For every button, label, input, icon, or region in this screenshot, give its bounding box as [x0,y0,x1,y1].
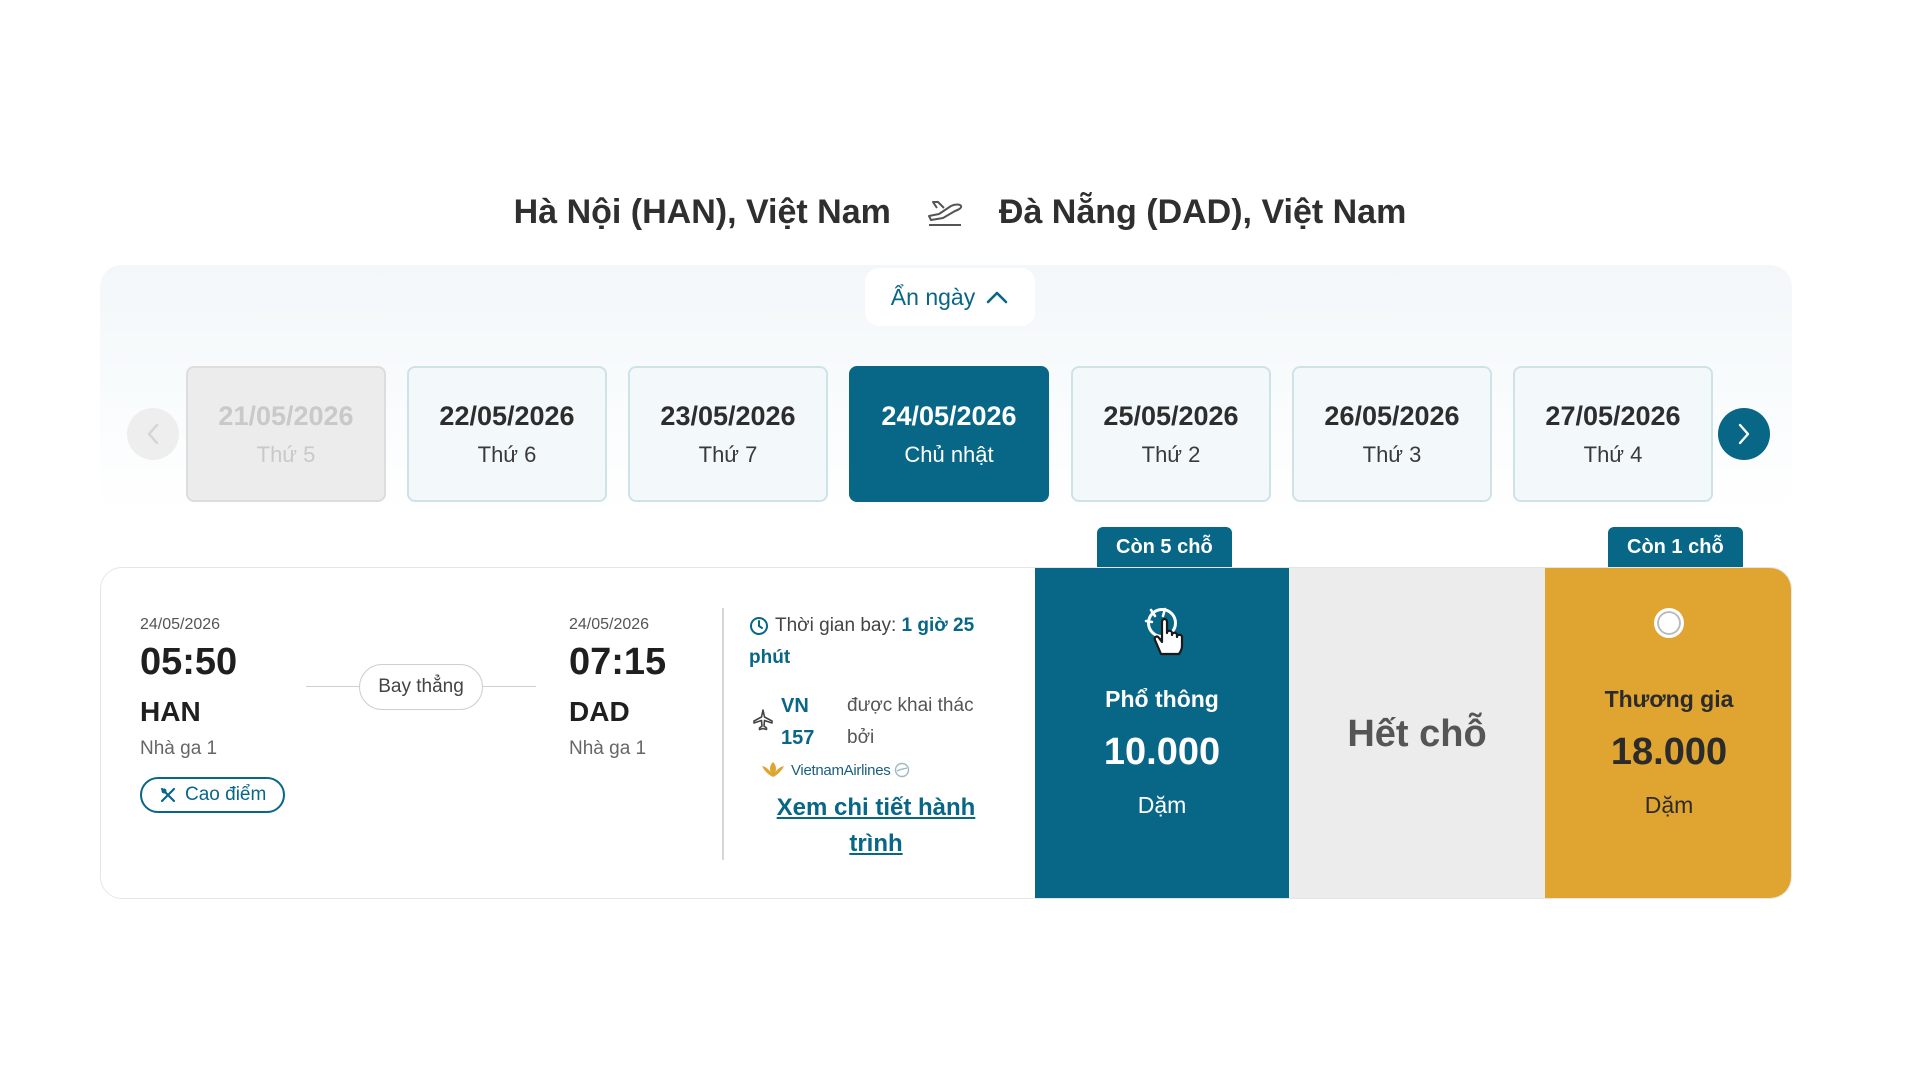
chevron-left-icon [147,423,159,445]
airline-logo-text: VietnamAirlines [791,761,891,779]
day-option[interactable]: 23/05/2026 Thứ 7 [628,366,828,502]
next-dates-button[interactable] [1718,408,1770,460]
economy-fare-price: 10.000 [1103,731,1221,773]
duration-label: Thời gian bay: [775,615,897,636]
day-date: 25/05/2026 [1103,400,1239,431]
day-weekday: Thứ 6 [477,441,537,467]
flight-number-prefix: VN [781,695,809,717]
hand-pointer-icon [1144,607,1184,656]
business-fare-unit: Dặm [1644,792,1694,818]
prev-dates-button[interactable] [127,408,179,460]
skyteam-icon [895,762,910,778]
sold-out-fare: Hết chỗ [1289,568,1545,898]
operated-by-line2: bởi [847,727,875,748]
business-radio[interactable] [1654,608,1684,638]
day-option[interactable]: 27/05/2026 Thứ 4 [1513,366,1713,502]
business-fare-price: 18.000 [1610,731,1728,773]
business-fare-name: Thương gia [1604,686,1734,712]
day-option[interactable]: 22/05/2026 Thứ 6 [407,366,607,502]
day-date: 21/05/2026 [218,400,354,431]
day-weekday: Thứ 7 [698,441,758,467]
flight-card: 24/05/2026 05:50 HAN Nhà ga 1 Cao điểm B… [100,567,1792,899]
day-option-selected[interactable]: 24/05/2026 Chủ nhật [849,366,1049,502]
sold-out-label: Hết chỗ [1347,712,1487,755]
operated-by: được khai thác bởi [847,690,974,754]
flight-number: VN 157 [781,690,814,754]
vietnam-airlines-logo: VietnamAirlines [759,761,910,779]
clock-icon [750,616,768,635]
economy-seats-badge: Còn 5 chỗ [1097,527,1232,567]
operated-by-line1: được khai thác [847,695,974,716]
day-date: 27/05/2026 [1545,400,1681,431]
arrive-time: 07:15 [569,641,667,683]
peak-badge: Cao điểm [140,777,286,813]
airplane-icon [753,709,773,731]
hide-dates-label: Ẩn ngày [890,283,976,310]
day-option[interactable]: 21/05/2026 Thứ 5 [186,366,386,502]
flight-number-digits: 157 [781,727,815,749]
lotus-icon [762,762,784,777]
day-option[interactable]: 25/05/2026 Thứ 2 [1071,366,1271,502]
peak-label: Cao điểm [185,784,267,805]
depart-terminal: Nhà ga 1 [140,738,218,759]
direct-flight-label: Bay thẳng [359,664,483,710]
plane-takeoff-icon [925,192,965,232]
destination-label: Đà Nẵng (DAD), Việt Nam [998,192,1407,231]
depart-time: 05:50 [140,641,238,683]
hide-dates-toggle[interactable]: Ẩn ngày [865,268,1035,326]
day-weekday: Thứ 4 [1583,441,1643,467]
day-weekday: Chủ nhật [904,441,994,467]
itinerary-detail-link[interactable]: Xem chi tiết hành trình [756,790,996,862]
day-date: 24/05/2026 [881,400,1017,431]
chevron-up-icon [986,291,1008,304]
day-option[interactable]: 26/05/2026 Thứ 3 [1292,366,1492,502]
day-date: 22/05/2026 [439,400,575,431]
economy-fare-name: Phổ thông [1105,686,1219,712]
flight-duration: Thời gian bay: 1 giờ 25 phút [749,610,989,674]
day-weekday: Thứ 5 [256,441,316,467]
depart-date: 24/05/2026 [140,616,221,633]
business-seats-badge: Còn 1 chỗ [1608,527,1743,567]
depart-airport-code: HAN [140,696,201,727]
day-weekday: Thứ 3 [1362,441,1422,467]
economy-fare-unit: Dặm [1137,792,1187,818]
day-date: 23/05/2026 [660,400,796,431]
divider [722,608,724,860]
peak-icon [160,787,176,803]
day-weekday: Thứ 2 [1141,441,1201,467]
business-fare-option[interactable]: Thương gia 18.000 Dặm [1545,568,1791,898]
route-header: Hà Nội (HAN), Việt Nam Đà Nẵng (DAD), Vi… [0,192,1920,232]
day-date: 26/05/2026 [1324,400,1460,431]
arrive-airport-code: DAD [569,696,630,727]
arrive-date: 24/05/2026 [569,616,650,633]
economy-fare-option[interactable]: Phổ thông 10.000 Dặm [1035,568,1289,898]
origin-label: Hà Nội (HAN), Việt Nam [513,192,891,231]
chevron-right-icon [1738,423,1750,445]
arrive-terminal: Nhà ga 1 [569,738,647,759]
